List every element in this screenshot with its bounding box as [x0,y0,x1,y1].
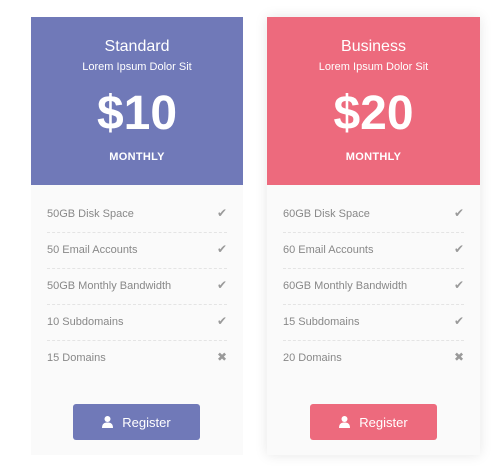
cross-icon: ✖ [216,350,227,364]
feature-item: 60GB Disk Space ✔ [283,197,464,233]
check-icon: ✔ [453,206,464,220]
plan-price: $10 [96,87,178,140]
plan-subtitle: Lorem Ipsum Dolor Sit [318,61,429,73]
feature-item: 60GB Monthly Bandwidth ✔ [283,269,464,305]
feature-item: 20 Domains ✖ [283,341,464,377]
feature-item: 60 Email Accounts ✔ [283,233,464,269]
feature-item: 50GB Disk Space ✔ [47,197,227,233]
user-icon [102,416,114,428]
feature-label: 10 Subdomains [47,316,124,328]
feature-label: 50 Email Accounts [47,244,138,256]
pricing-card-business: Business Lorem Ipsum Dolor Sit $20 MONTH… [267,17,480,455]
check-icon: ✔ [453,278,464,292]
cross-icon: ✖ [453,350,464,364]
feature-item: 10 Subdomains ✔ [47,305,227,341]
plan-period: MONTHLY [345,151,402,163]
register-button[interactable]: Register [73,404,200,440]
plan-name: Business [341,38,406,55]
check-icon: ✔ [216,314,227,328]
check-icon: ✔ [216,242,227,256]
feature-item: 50GB Monthly Bandwidth ✔ [47,269,227,305]
feature-label: 60GB Monthly Bandwidth [283,280,408,292]
plan-period: MONTHLY [109,151,165,163]
feature-list: 50GB Disk Space ✔ 50 Email Accounts ✔ 50… [47,197,227,377]
feature-item: 15 Domains ✖ [47,341,227,377]
feature-label: 15 Domains [47,352,106,364]
register-button-label: Register [122,414,171,430]
plan-price: $20 [333,87,414,140]
register-button-label: Register [359,414,408,430]
feature-label: 15 Subdomains [283,316,360,328]
feature-item: 50 Email Accounts ✔ [47,233,227,269]
check-icon: ✔ [453,242,464,256]
plan-name: Standard [104,38,170,55]
pricing-card-standard: Standard Lorem Ipsum Dolor Sit $10 MONTH… [31,17,243,455]
feature-label: 50GB Monthly Bandwidth [47,280,172,292]
check-icon: ✔ [216,278,227,292]
feature-list: 60GB Disk Space ✔ 60 Email Accounts ✔ 60… [283,197,464,377]
check-icon: ✔ [216,206,227,220]
check-icon: ✔ [453,314,464,328]
pricing-card-header: Standard Lorem Ipsum Dolor Sit $10 MONTH… [31,17,243,185]
plan-subtitle: Lorem Ipsum Dolor Sit [82,61,192,73]
pricing-card-header: Business Lorem Ipsum Dolor Sit $20 MONTH… [267,17,480,185]
register-button[interactable]: Register [310,404,437,440]
feature-label: 50GB Disk Space [47,208,134,220]
user-icon [339,416,351,428]
feature-item: 15 Subdomains ✔ [283,305,464,341]
feature-label: 60 Email Accounts [283,244,374,256]
feature-label: 20 Domains [283,352,342,364]
feature-label: 60GB Disk Space [283,208,370,220]
